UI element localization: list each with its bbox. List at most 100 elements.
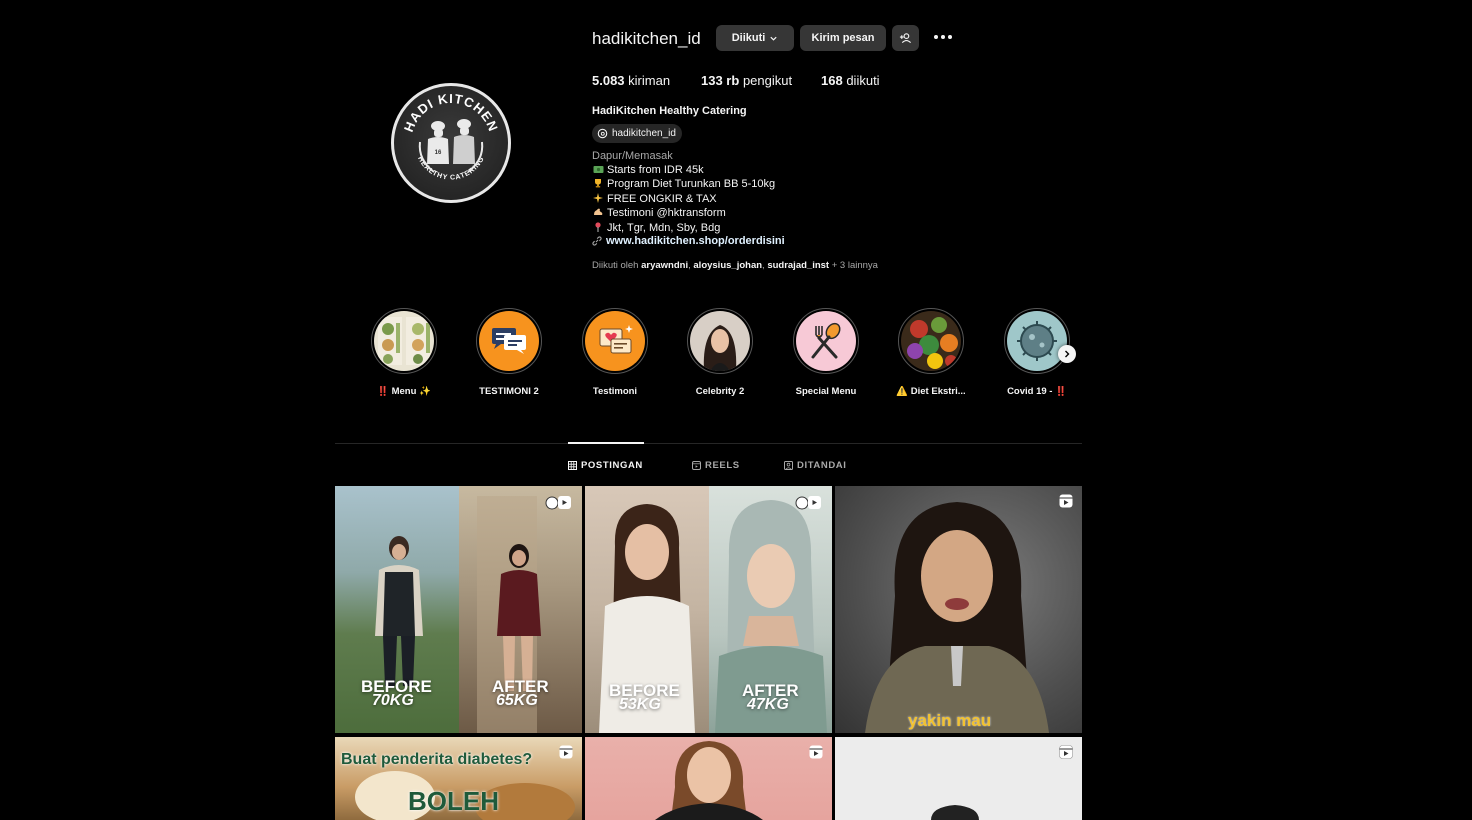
bio-line: FREE ONGKIR & TAX: [592, 193, 717, 205]
highlight-celebrity-2[interactable]: Celebrity 2: [677, 308, 763, 397]
post-tile[interactable]: BEFORE 70KG AFTER 65KG: [335, 486, 582, 733]
reels-icon: [692, 461, 701, 470]
highlight-label: Covid 19 - ‼️: [1007, 386, 1067, 397]
post-tile[interactable]: yakin mau: [835, 486, 1082, 733]
tab-label: REELS: [705, 460, 740, 471]
highlight-cover: [1007, 311, 1067, 371]
svg-text:HADI KITCHEN: HADI KITCHEN: [401, 91, 501, 134]
tab-label: DITANDAI: [797, 460, 847, 471]
tab-reels[interactable]: REELS: [692, 460, 740, 471]
post-caption: yakin mau: [908, 711, 992, 730]
active-tab-indicator: [568, 442, 644, 444]
follower-name[interactable]: aryawndni: [641, 260, 688, 271]
highlight-menu[interactable]: ‼️ Menu ✨: [361, 308, 447, 397]
reel-icon: [809, 745, 823, 759]
tab-tagged[interactable]: DITANDAI: [784, 460, 846, 471]
post-tile[interactable]: BEFORE 53KG AFTER 47KG: [585, 486, 832, 733]
highlight-ring: [582, 308, 648, 374]
post-photo: [655, 741, 763, 820]
bio-line: Program Diet Turunkan BB 5-10kg: [592, 178, 775, 190]
threads-handle: hadikitchen_id: [612, 128, 676, 139]
bio-text: FREE ONGKIR & TAX: [607, 193, 717, 205]
tab-label: POSTINGAN: [581, 460, 643, 471]
highlight-cover: [796, 311, 856, 371]
follower-name[interactable]: sudrajad_inst: [767, 260, 829, 271]
followers-count: 133 rb: [701, 73, 740, 88]
reel-icon: [1059, 494, 1073, 508]
highlight-label: Special Menu: [795, 386, 857, 397]
reel-icon: [559, 745, 573, 759]
suggested-accounts-button[interactable]: [892, 25, 919, 51]
fork-spoon-icon: [811, 322, 841, 359]
reel-icon: [1059, 745, 1073, 759]
following-stat[interactable]: 168 diikuti: [821, 73, 880, 88]
posts-label: kiriman: [628, 73, 671, 88]
follower-name[interactable]: aloysius_johan: [693, 260, 762, 271]
post-photo: [931, 805, 979, 820]
highlight-cover: [901, 311, 961, 371]
add-person-icon: [899, 33, 912, 44]
grid-icon: [568, 461, 577, 470]
after-weight: 47KG: [747, 696, 789, 713]
followed-by-prefix: Diikuti oleh: [592, 260, 639, 271]
highlight-testimoni[interactable]: Testimoni: [572, 308, 658, 397]
highlight-label: TESTIMONI 2: [479, 386, 539, 397]
profile-full-name: HadiKitchen Healthy Catering: [592, 105, 747, 117]
highlight-cover: [479, 311, 539, 371]
posts-count: 5.083: [592, 73, 625, 88]
profile-category: Dapur/Memasak: [592, 150, 673, 162]
pin-icon: [592, 222, 604, 234]
highlight-cover: [374, 311, 434, 371]
tab-posts[interactable]: POSTINGAN: [568, 460, 643, 471]
highlight-label: Celebrity 2: [695, 386, 745, 397]
following-label: diikuti: [846, 73, 880, 88]
bio-line: Testimoni @hktransform: [592, 207, 726, 219]
profile-link-text: www.hadikitchen.shop/orderdisini: [606, 235, 785, 247]
highlight-testimoni-2[interactable]: TESTIMONI 2: [466, 308, 552, 397]
followers-label: pengikut: [742, 73, 793, 88]
highlight-cover: [690, 311, 750, 371]
threads-badge[interactable]: hadikitchen_id: [592, 124, 682, 143]
post-tile[interactable]: Buat penderita diabetes? BOLEH: [335, 737, 582, 820]
highlight-ring: [898, 308, 964, 374]
bio-text: Program Diet Turunkan BB 5-10kg: [607, 178, 776, 190]
highlight-ring: [371, 308, 437, 374]
post-tile[interactable]: [585, 737, 832, 820]
posts-count-stat: 5.083 kiriman: [592, 73, 670, 88]
post-caption-top: Buat penderita diabetes?: [341, 751, 533, 768]
profile-avatar[interactable]: HADI KITCHEN HEALTHY CATERING 16: [391, 83, 511, 203]
highlight-label: ⚠️ Diet Ekstri...: [896, 386, 966, 397]
post-caption-big: BOLEH: [408, 786, 499, 816]
tagged-icon: [784, 461, 793, 470]
muscle-icon: [592, 207, 604, 219]
after-weight: 65KG: [496, 692, 538, 709]
highlight-ring: [1004, 308, 1070, 374]
bio-line: Jkt, Tgr, Mdn, Sby, Bdg: [592, 222, 720, 234]
bio-text: Starts from IDR 45k: [607, 164, 704, 176]
before-weight: 70KG: [372, 692, 414, 709]
send-message-label: Kirim pesan: [811, 32, 875, 44]
following-button[interactable]: Diikuti: [716, 25, 794, 51]
highlight-diet-ekstrim[interactable]: ⚠️ Diet Ekstri...: [888, 308, 974, 397]
followers-stat[interactable]: 133 rb pengikut: [701, 73, 792, 88]
highlight-ring: [687, 308, 753, 374]
chevron-right-icon: [1065, 350, 1070, 358]
send-message-button[interactable]: Kirim pesan: [800, 25, 886, 51]
money-icon: [592, 165, 604, 176]
following-count: 168: [821, 73, 843, 88]
highlight-cover: [585, 311, 645, 371]
more-options-icon[interactable]: [932, 28, 954, 46]
post-tile[interactable]: [835, 737, 1082, 820]
profile-link[interactable]: www.hadikitchen.shop/orderdisini: [592, 235, 785, 247]
highlights-next-button[interactable]: [1058, 345, 1076, 363]
bio-text: Jkt, Tgr, Mdn, Sby, Bdg: [607, 222, 721, 234]
before-weight: 53KG: [619, 696, 661, 713]
heart-chat-icon: [599, 325, 633, 354]
highlight-ring: [476, 308, 542, 374]
hadikitchen-logo: HADI KITCHEN HEALTHY CATERING 16: [401, 91, 501, 182]
bio-line: Starts from IDR 45k: [592, 164, 704, 176]
highlight-special-menu[interactable]: Special Menu: [783, 308, 869, 397]
followed-by[interactable]: Diikuti oleh aryawndni, aloysius_johan, …: [592, 260, 878, 271]
bio-text: Testimoni @hktransform: [607, 207, 726, 219]
threads-icon: [597, 128, 608, 139]
